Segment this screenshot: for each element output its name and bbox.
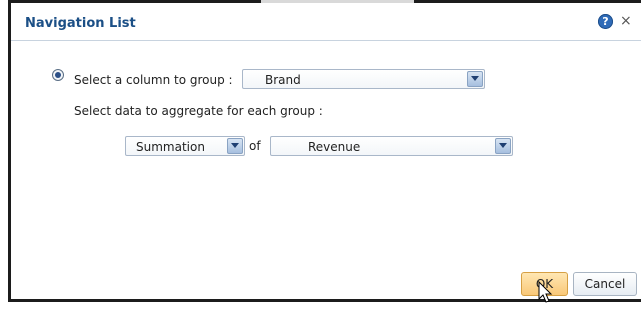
dialog-top-border [8,0,641,3]
radio-selected-dot [55,72,61,78]
aggregate-label: Select data to aggregate for each group … [74,104,323,118]
group-column-radio-label: Select a column to group : [74,73,233,87]
aggregate-function-value: Summation [136,140,205,154]
group-column-select[interactable]: Brand [242,69,485,89]
title-separator [11,40,641,41]
dialog-left-border [8,0,11,302]
group-column-value: Brand [265,73,301,87]
navigation-list-dialog: Navigation List ? × Select a column to g… [0,0,641,311]
chevron-down-icon[interactable] [227,138,243,154]
cancel-button[interactable]: Cancel [573,272,637,296]
chevron-down-icon[interactable] [467,71,483,87]
aggregate-measure-select[interactable]: Revenue [270,136,513,156]
of-label: of [249,139,261,153]
aggregate-function-select[interactable]: Summation [125,136,245,156]
chevron-down-icon[interactable] [495,138,511,154]
dialog-title: Navigation List [25,16,136,31]
top-border-gap [261,0,414,3]
mouse-pointer-icon [538,281,553,303]
help-icon[interactable]: ? [598,14,613,29]
close-icon[interactable]: × [620,13,632,29]
aggregate-measure-value: Revenue [308,140,361,154]
group-column-radio[interactable] [52,69,64,81]
